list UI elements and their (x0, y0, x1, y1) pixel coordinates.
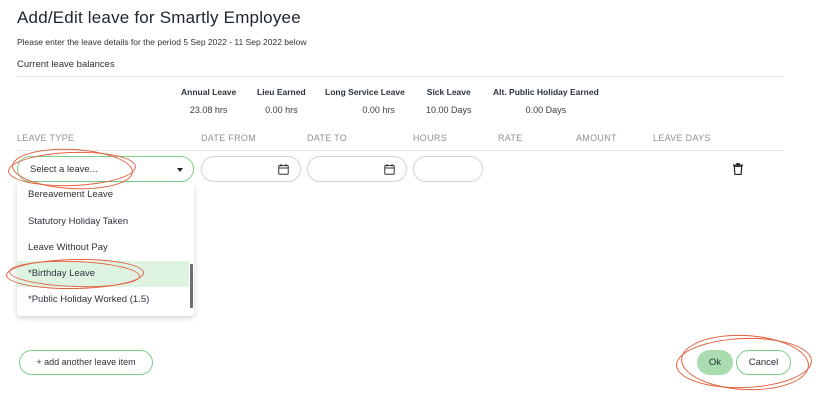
balance-value: 0.00 hrs (362, 105, 395, 115)
balance-annual: Annual Leave 23.08 hrs (181, 87, 236, 115)
date-from-input[interactable] (201, 156, 301, 182)
add-leave-item-button[interactable]: + add another leave item (19, 350, 153, 375)
column-header-leave-type: LEAVE TYPE (17, 133, 75, 143)
balances-section-label: Current leave balances (17, 59, 115, 70)
balance-value: 23.08 hrs (189, 105, 228, 115)
column-header-date-to: DATE TO (307, 133, 348, 143)
column-header-date-from: DATE FROM (201, 133, 257, 143)
dropdown-option[interactable]: Statutory Holiday Taken (17, 209, 189, 235)
balance-long-service: Long Service Leave 0.00 hrs (325, 87, 405, 115)
balance-value: 10.00 Days (426, 105, 472, 115)
dropdown-option[interactable]: *Public Holiday Worked (1.5) (17, 287, 189, 313)
balance-label: Alt. Public Holiday Earned (493, 87, 599, 97)
column-header-rate: RATE (498, 133, 523, 143)
leave-type-dropdown: Bereavement Leave Statutory Holiday Take… (17, 183, 194, 316)
divider (17, 76, 784, 77)
chevron-down-icon (177, 168, 183, 172)
calendar-icon[interactable] (278, 164, 289, 175)
cancel-button[interactable]: Cancel (736, 350, 791, 375)
balance-label: Long Service Leave (325, 87, 405, 97)
date-to-input[interactable] (307, 156, 407, 182)
page-title: Add/Edit leave for Smartly Employee (17, 8, 301, 27)
column-header-amount: AMOUNT (576, 133, 617, 143)
calendar-icon[interactable] (384, 164, 395, 175)
balance-lieu: Lieu Earned 0.00 hrs (257, 87, 306, 115)
ok-button[interactable]: Ok (697, 350, 733, 375)
trash-icon[interactable] (733, 163, 743, 175)
balance-label: Sick Leave (426, 87, 471, 97)
period-description: Please enter the leave details for the p… (17, 37, 307, 47)
leave-type-select-value: Select a leave... (30, 164, 98, 175)
hours-input[interactable] (413, 156, 483, 182)
balance-label: Lieu Earned (257, 87, 306, 97)
balance-label: Annual Leave (181, 87, 237, 97)
balance-sick: Sick Leave 10.00 Days (426, 87, 472, 115)
dropdown-option-highlighted[interactable]: *Birthday Leave (17, 261, 189, 287)
balance-alt-public-holiday: Alt. Public Holiday Earned 0.00 Days (493, 87, 599, 115)
dropdown-option[interactable]: Leave Without Pay (17, 235, 189, 261)
column-header-leave-days: LEAVE DAYS (653, 133, 711, 143)
balance-value: 0.00 hrs (265, 105, 298, 115)
column-header-hours: HOURS (413, 133, 448, 143)
leave-type-select[interactable]: Select a leave... (17, 156, 194, 182)
dropdown-option[interactable]: Bereavement Leave (17, 183, 189, 209)
dropdown-scrollbar[interactable] (190, 264, 193, 308)
balance-value: 0.00 Days (525, 105, 567, 115)
divider (17, 150, 784, 151)
